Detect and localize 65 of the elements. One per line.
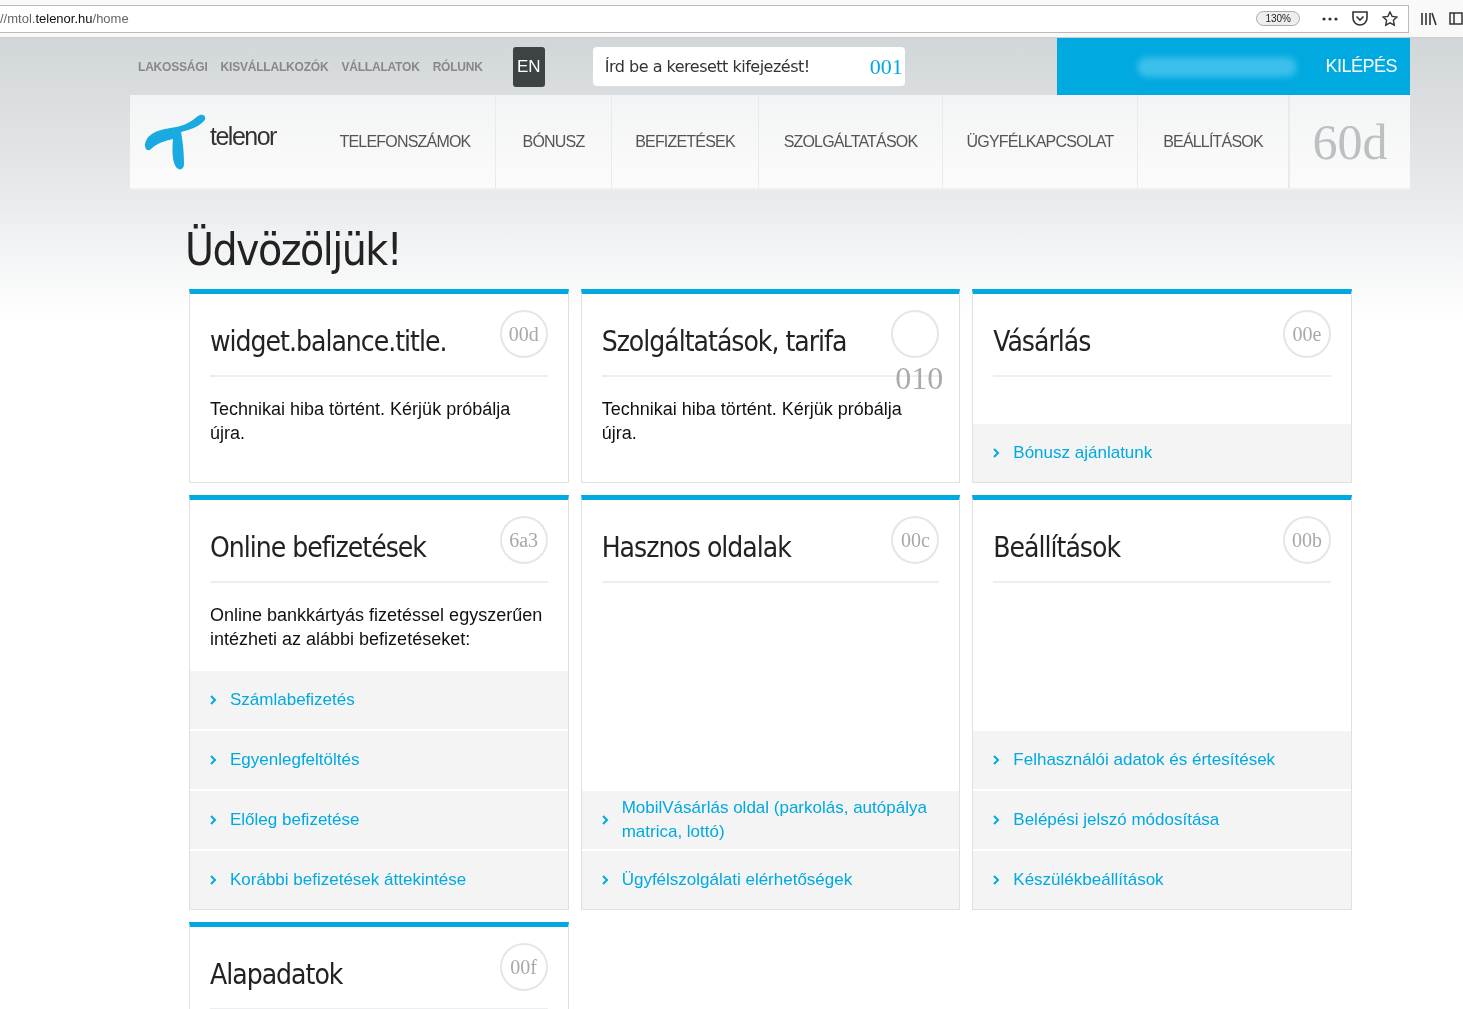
icon-glyph: 010 (895, 362, 944, 394)
search-field[interactable]: Írd be a keresett kifejezést! 001 (592, 47, 905, 86)
search-icon[interactable]: 001 (869, 53, 903, 80)
card-text: Technikai hiba történt. Kérjük próbálja újra. (210, 398, 512, 445)
address-bar[interactable]: //mtol.telenor.hu/home 130% (0, 4, 1409, 33)
card-text: Technikai hiba történt. Kérjük próbálja újra. (601, 398, 903, 445)
card-title: Beállítások (993, 531, 1120, 564)
welcome-heading: Üdvözöljük! (185, 224, 403, 275)
card-title: Online befizetések (210, 531, 426, 564)
card-title: widget.balance.title. (210, 325, 447, 358)
chevron-icon (993, 448, 1001, 458)
pocket-icon[interactable] (1352, 11, 1368, 26)
segment-link[interactable]: KISVÁLLALKOZÓK (220, 59, 329, 74)
card-link[interactable]: Számlabefizetés (190, 671, 568, 729)
segment-link[interactable]: VÁLLALATOK (341, 59, 420, 74)
language-button[interactable]: EN (512, 46, 545, 87)
icon-glyph: 00f (499, 943, 548, 991)
more-icon[interactable] (1322, 16, 1338, 21)
chevron-icon (601, 875, 609, 885)
card-link[interactable]: MobilVásárlás oldal (parkolás, autópálya matrica, lottó) (581, 791, 960, 849)
card-title: Szolgáltatások, tarifa (601, 325, 847, 358)
nav-item[interactable]: SZOLGÁLTATÁSOK (759, 95, 943, 188)
nav-item[interactable]: BEÁLLÍTÁSOK (1138, 95, 1289, 188)
chevron-icon (210, 815, 217, 825)
card-title: Hasznos oldalak (601, 531, 791, 564)
circle-icon (891, 310, 940, 358)
zoom-badge[interactable]: 130% (1256, 11, 1300, 26)
card-link[interactable]: Korábbi befizetések áttekintése (190, 851, 568, 909)
card-link[interactable]: Egyenlegfeltöltés (190, 731, 568, 789)
chevron-icon (210, 875, 217, 885)
sidebar-icon[interactable] (1449, 12, 1463, 25)
segment-link[interactable]: RÓLUNK (432, 59, 483, 74)
segment-link[interactable]: LAKOSSÁGI (138, 59, 208, 74)
nav-item[interactable]: ÜGYFÉLKAPCSOLAT (943, 95, 1138, 188)
card-link[interactable]: Ügyfélszolgálati elérhetőségek (581, 851, 960, 909)
icon-glyph: 00d (499, 310, 548, 358)
nav-item[interactable]: BÓNUSZ (496, 95, 612, 188)
logout-link[interactable]: KILÉPÉS (1325, 56, 1397, 77)
nav-item[interactable]: BEFIZETÉSEK (612, 95, 759, 188)
chevron-icon (993, 815, 1001, 825)
icon-glyph: 00e (1283, 310, 1331, 358)
card-link[interactable]: Készülékbeállítások (973, 851, 1351, 909)
nav-item[interactable]: TELEFONSZÁMOK (315, 95, 496, 188)
nav-icon-glyph[interactable]: 60d (1289, 95, 1410, 188)
logo-icon (144, 112, 208, 171)
telenor-logo[interactable]: telenor (130, 95, 315, 188)
card-link[interactable]: Belépési jelszó módosítása (973, 791, 1351, 849)
star-icon[interactable] (1382, 10, 1398, 27)
card-title: Vásárlás (993, 325, 1091, 358)
card-link[interactable]: Felhasználói adatok és értesítések (973, 731, 1351, 789)
chevron-icon (993, 755, 1001, 765)
card-link[interactable]: Előleg befizetése (190, 791, 568, 849)
icon-glyph: 6a3 (499, 516, 548, 564)
chevron-icon (210, 755, 217, 765)
url-text: //mtol.telenor.hu/home (0, 11, 130, 26)
card-link[interactable]: Bónusz ajánlatunk (973, 424, 1351, 482)
icon-glyph: 00b (1283, 516, 1331, 564)
logo-text: telenor (210, 122, 276, 151)
chevron-icon (210, 695, 217, 705)
card-text: Online bankkártyás fizetéssel egyszerűen intézheti az alábbi befizetéseket: (210, 604, 544, 651)
chevron-icon (601, 815, 609, 825)
card-title: Alapadatok (210, 958, 343, 991)
library-icon[interactable] (1421, 11, 1437, 26)
chevron-icon (993, 875, 1001, 885)
icon-glyph: 00c (891, 516, 940, 564)
